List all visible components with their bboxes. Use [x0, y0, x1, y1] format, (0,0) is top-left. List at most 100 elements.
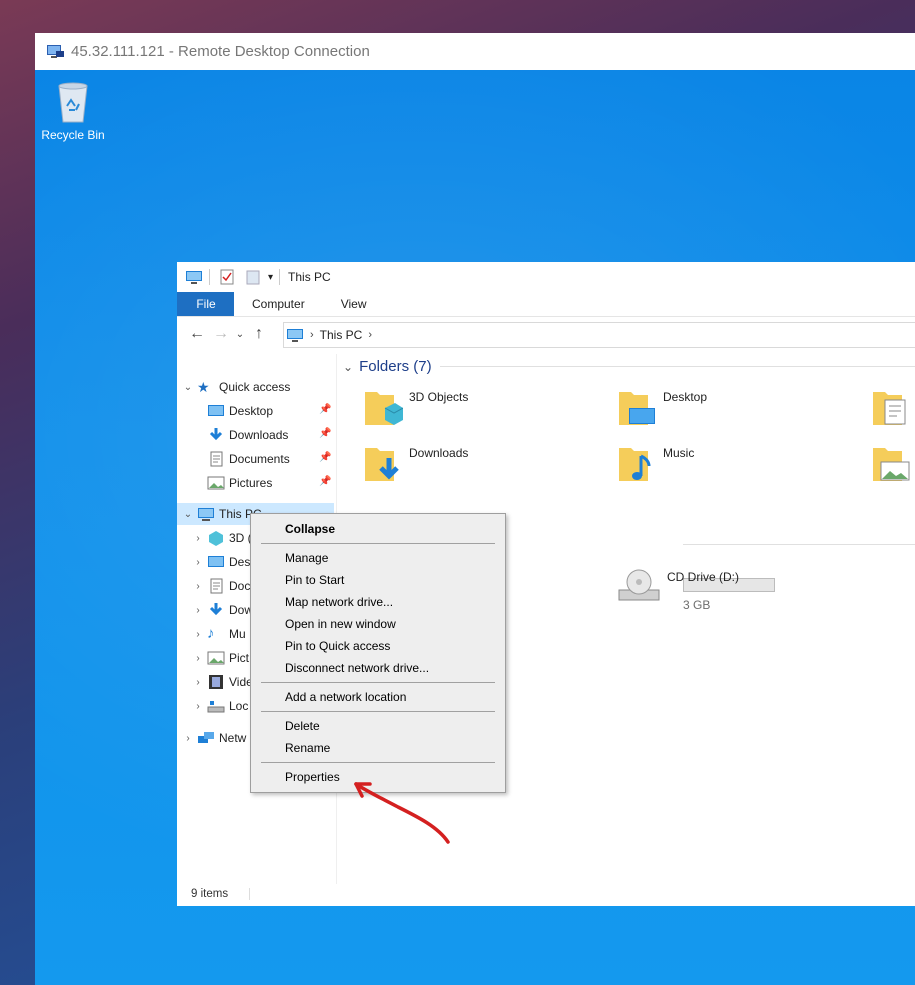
- desktop-icon: [208, 556, 224, 567]
- chevron-right-icon[interactable]: ›: [191, 533, 205, 544]
- chevron-right-icon[interactable]: ›: [191, 581, 205, 592]
- up-button[interactable]: ↑: [247, 322, 271, 346]
- cd-drive-icon: [618, 569, 660, 601]
- quick-access-toolbar: ▾ This PC: [177, 262, 915, 292]
- music-folder-icon: [619, 448, 651, 481]
- tree-label: Desktop: [229, 404, 274, 418]
- customize-toolbar-icon[interactable]: ▾: [268, 272, 273, 283]
- tab-view[interactable]: View: [323, 292, 385, 316]
- tab-file[interactable]: File: [177, 292, 234, 316]
- desktop-icon: [208, 405, 224, 416]
- folder-downloads[interactable]: Downloads: [363, 442, 468, 486]
- menu-item-pin-to-quick-access[interactable]: Pin to Quick access: [285, 636, 390, 656]
- folder-label: Music: [663, 446, 695, 460]
- pin-icon[interactable]: 📌: [319, 476, 331, 487]
- menu-item-collapse[interactable]: Collapse: [285, 519, 335, 539]
- tree-label: Downloads: [229, 428, 289, 442]
- tree-quick-desktop[interactable]: Desktop: [205, 400, 273, 422]
- context-menu: Collapse Manage Pin to Start Map network…: [250, 513, 506, 793]
- folders-group-header[interactable]: ⌄ Folders (7): [343, 358, 915, 375]
- documents-icon: [210, 578, 223, 594]
- cd-drive-d[interactable]: CD Drive (D:): [617, 566, 739, 606]
- recent-locations-button[interactable]: ⌄: [233, 322, 247, 346]
- tree-label: Netw: [219, 731, 247, 745]
- folder-desktop[interactable]: Desktop: [617, 386, 707, 430]
- folder-label: Desktop: [663, 390, 708, 404]
- menu-item-manage[interactable]: Manage: [285, 548, 328, 568]
- chevron-right-icon[interactable]: ›: [191, 677, 205, 688]
- chevron-down-icon[interactable]: ⌄: [181, 509, 195, 520]
- tree-3d-objects[interactable]: › 3D (: [191, 527, 252, 549]
- recycle-bin-shortcut[interactable]: Recycle Bin: [39, 80, 107, 142]
- tree-local-disk[interactable]: › Loc: [191, 695, 248, 717]
- devices-group-divider: [683, 544, 915, 545]
- toolbar-divider: [209, 269, 210, 285]
- chevron-right-icon[interactable]: ›: [181, 733, 195, 744]
- menu-item-pin-to-start[interactable]: Pin to Start: [285, 570, 344, 590]
- menu-separator: [261, 543, 495, 544]
- download-icon: [209, 428, 223, 441]
- menu-item-disconnect-network-drive[interactable]: Disconnect network drive...: [285, 658, 429, 678]
- tree-quick-downloads[interactable]: Downloads: [205, 424, 288, 446]
- menu-item-open-in-new-window[interactable]: Open in new window: [285, 614, 396, 634]
- folder-3d-objects[interactable]: 3D Objects: [363, 386, 468, 430]
- documents-icon: [210, 451, 223, 467]
- tree-downloads[interactable]: › Dow: [191, 599, 253, 621]
- rdp-title-bar[interactable]: 45.32.111.121 - Remote Desktop Connectio…: [35, 33, 915, 70]
- tree-label: Mu: [229, 627, 246, 641]
- forward-button[interactable]: →: [209, 322, 233, 346]
- folder-music[interactable]: Music: [617, 442, 694, 486]
- tree-videos[interactable]: › Vide: [191, 671, 253, 693]
- tree-label: Documents: [229, 452, 290, 466]
- tree-desktop[interactable]: › Des: [191, 551, 250, 573]
- tree-label: Pict: [229, 651, 250, 665]
- menu-separator: [261, 762, 495, 763]
- chevron-down-icon[interactable]: ⌄: [343, 360, 353, 374]
- window-title: This PC: [288, 270, 331, 284]
- music-icon: ♪: [207, 625, 215, 642]
- remote-desktop-icon: [47, 44, 64, 58]
- tab-computer[interactable]: Computer: [234, 292, 323, 316]
- pin-icon[interactable]: 📌: [319, 404, 331, 415]
- tree-label: Quick access: [219, 380, 291, 394]
- tree-pictures[interactable]: › Pict: [191, 647, 249, 669]
- chevron-right-icon[interactable]: ›: [191, 605, 205, 616]
- pin-icon[interactable]: 📌: [319, 428, 331, 439]
- new-folder-icon[interactable]: [244, 269, 262, 285]
- menu-separator: [261, 711, 495, 712]
- back-button[interactable]: ←: [185, 322, 209, 346]
- 3d-objects-folder-icon: [365, 392, 403, 425]
- menu-separator: [261, 682, 495, 683]
- breadcrumb-chevron-icon[interactable]: ›: [310, 329, 314, 341]
- recycle-bin-icon: [58, 82, 88, 123]
- tree-documents[interactable]: › Doc: [191, 575, 250, 597]
- tree-quick-pictures[interactable]: Pictures: [205, 472, 272, 494]
- folders-header-label: Folders (7): [359, 358, 432, 375]
- menu-item-rename[interactable]: Rename: [285, 738, 330, 758]
- menu-item-add-network-location[interactable]: Add a network location: [285, 687, 406, 707]
- documents-folder-icon[interactable]: [871, 386, 911, 430]
- tree-network[interactable]: › Netw: [181, 727, 246, 749]
- chevron-right-icon[interactable]: ›: [191, 701, 205, 712]
- tree-quick-documents[interactable]: Documents: [205, 448, 290, 470]
- tree-label: Loc: [229, 699, 249, 713]
- tree-quick-access[interactable]: ⌄ ★ Quick access: [181, 376, 291, 398]
- navigation-bar: ← → ⌄ ↑ › This PC ›: [177, 316, 915, 352]
- breadcrumb-this-pc[interactable]: This PC: [320, 328, 363, 342]
- videos-icon: [209, 675, 223, 689]
- address-bar[interactable]: › This PC ›: [283, 322, 915, 348]
- properties-icon[interactable]: [218, 269, 236, 285]
- chevron-down-icon[interactable]: ⌄: [181, 382, 195, 393]
- pictures-folder-icon[interactable]: [871, 442, 911, 486]
- menu-item-delete[interactable]: Delete: [285, 716, 320, 736]
- pictures-icon: [207, 476, 225, 490]
- pin-icon[interactable]: 📌: [319, 452, 331, 463]
- chevron-right-icon[interactable]: ›: [191, 653, 205, 664]
- group-divider: [439, 366, 915, 367]
- tree-music[interactable]: › ♪ Mu: [191, 623, 246, 645]
- chevron-right-icon[interactable]: ›: [191, 629, 205, 640]
- menu-item-properties[interactable]: Properties: [285, 767, 340, 787]
- breadcrumb-chevron-icon[interactable]: ›: [368, 329, 372, 341]
- menu-item-map-network-drive[interactable]: Map network drive...: [285, 592, 393, 612]
- chevron-right-icon[interactable]: ›: [191, 557, 205, 568]
